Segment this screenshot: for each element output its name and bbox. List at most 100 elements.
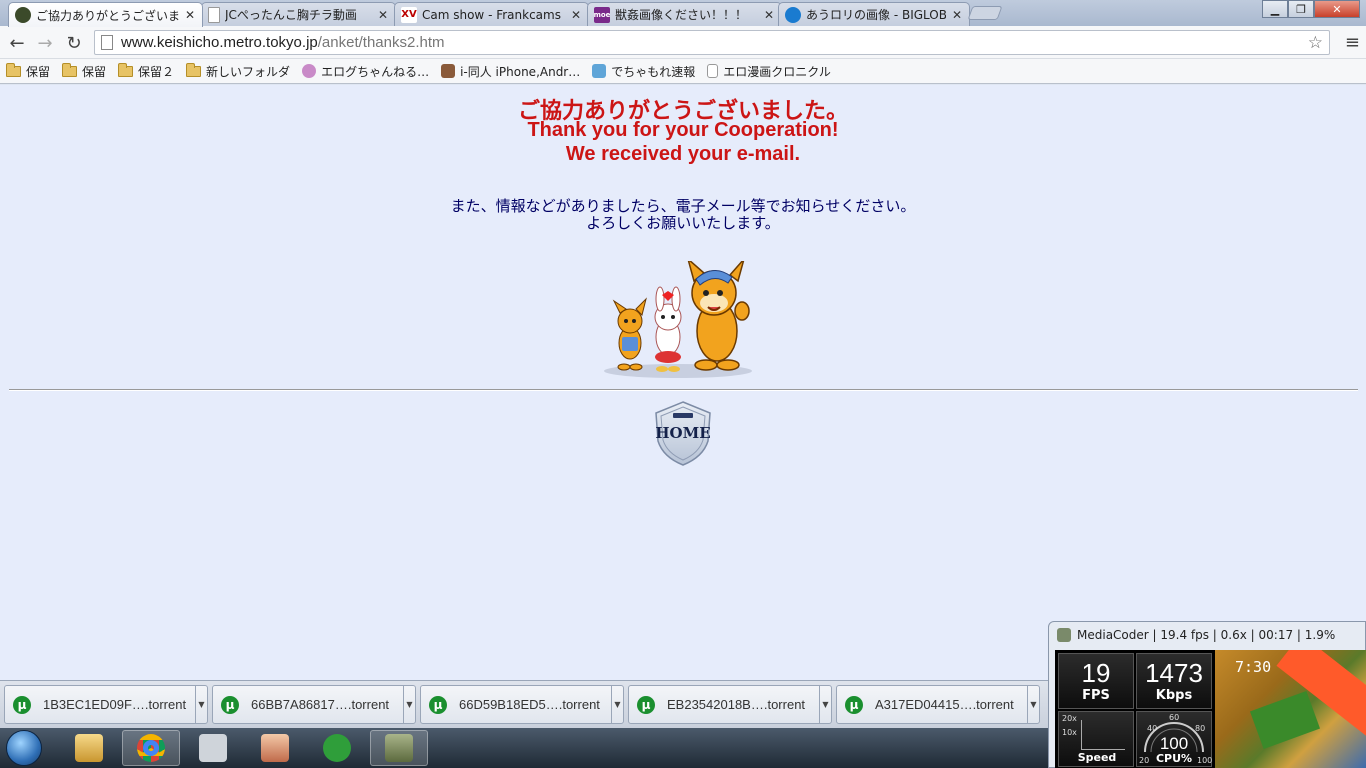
close-icon[interactable]: ✕ xyxy=(184,8,196,22)
folder-icon xyxy=(62,62,78,77)
download-item[interactable]: μ 1B3EC1ED09F….torrent ▼ xyxy=(4,685,208,724)
utorrent-icon: μ xyxy=(221,695,239,714)
download-menu-arrow-icon[interactable]: ▼ xyxy=(195,686,207,723)
tab-moe[interactable]: moe 獣姦画像ください！！！ ✕ xyxy=(587,2,782,26)
j-app-icon xyxy=(199,734,227,762)
new-tab-button[interactable] xyxy=(967,6,1003,20)
bookmark-link[interactable]: i-同人 iPhone,Andr… xyxy=(441,63,580,80)
mediacoder-icon xyxy=(1057,628,1071,642)
taskbar-utorrent[interactable] xyxy=(308,730,366,766)
mediacoder-window: MediaCoder | 19.4 fps | 0.6x | 00:17 | 1… xyxy=(1048,621,1366,768)
close-icon[interactable]: ✕ xyxy=(951,8,963,22)
speed-tick: 10x xyxy=(1062,728,1077,737)
taskbar-explorer[interactable] xyxy=(60,730,118,766)
taskbar-chrome[interactable] xyxy=(122,730,180,766)
close-icon[interactable]: ✕ xyxy=(377,8,389,22)
document-icon xyxy=(707,64,719,78)
fps-label: FPS xyxy=(1082,688,1110,703)
taskbar-j-app[interactable] xyxy=(184,730,242,766)
bookmark-folder[interactable]: 保留 xyxy=(6,62,51,80)
back-button[interactable]: ← xyxy=(6,32,28,54)
home-label: HOME xyxy=(655,424,710,442)
anime-app-icon xyxy=(261,734,289,762)
bookmark-link[interactable]: エログちゃんねる… xyxy=(302,63,429,80)
address-bar[interactable]: www.keishicho.metro.tokyo.jp/anket/thank… xyxy=(94,30,1330,55)
download-filename: A317ED04415….torrent xyxy=(875,697,1014,712)
tab-keishicho[interactable]: ご協力ありがとうございました ✕ xyxy=(8,2,203,27)
biglobe-icon xyxy=(785,6,801,23)
download-item[interactable]: μ EB23542018B….torrent ▼ xyxy=(628,685,832,724)
download-menu-arrow-icon[interactable]: ▼ xyxy=(403,686,415,723)
bookmark-label: 保留 xyxy=(26,64,51,79)
mediacoder-panel: 19 FPS 1473 Kbps 20x 10x Speed 60 40 80 … xyxy=(1055,650,1366,768)
reload-button[interactable]: ↻ xyxy=(63,32,85,54)
bookmark-label: 新しいフォルダ xyxy=(206,64,291,79)
utorrent-icon: μ xyxy=(845,695,863,714)
tab-biglobe[interactable]: あうロリの画像 - BIGLOBE ✕ xyxy=(778,2,970,26)
mediacoder-titlebar[interactable]: MediaCoder | 19.4 fps | 0.6x | 00:17 | 1… xyxy=(1049,622,1366,648)
page-subheading-en: We received your e-mail. xyxy=(565,143,801,165)
tab-title: ご協力ありがとうございました xyxy=(36,8,179,23)
tab-frankcams[interactable]: XV Cam show - Frankcams ✕ xyxy=(394,2,589,26)
fps-value: 19 xyxy=(1081,658,1111,688)
download-menu-arrow-icon[interactable]: ▼ xyxy=(819,686,831,723)
downloads-shelf: μ 1B3EC1ED09F….torrent ▼ μ 66BB7A86817….… xyxy=(0,680,1048,728)
feather-icon xyxy=(592,64,607,78)
utorrent-icon xyxy=(323,734,351,762)
url-path: /anket/thanks2.htm xyxy=(317,34,445,51)
bookmark-link[interactable]: エロ漫画クロニクル xyxy=(707,63,831,80)
close-icon[interactable]: ✕ xyxy=(570,8,582,22)
speed-graph xyxy=(1081,720,1125,750)
maximize-button[interactable]: ❐ xyxy=(1288,0,1314,18)
download-item[interactable]: μ 66D59B18ED5….torrent ▼ xyxy=(420,685,624,724)
bookmark-folder[interactable]: 保留２ xyxy=(118,62,175,80)
preview-shape xyxy=(1249,690,1321,750)
folder-icon xyxy=(118,62,134,77)
home-link-badge[interactable]: HOME xyxy=(653,401,713,467)
shield-emblem-icon xyxy=(673,413,693,418)
download-menu-arrow-icon[interactable]: ▼ xyxy=(1027,686,1039,723)
chrome-menu-button[interactable]: ≡ xyxy=(1345,32,1360,53)
explorer-icon xyxy=(75,734,103,762)
taskbar-anime-app[interactable] xyxy=(246,730,304,766)
bookmark-link[interactable]: でちゃもれ速報 xyxy=(592,63,695,80)
bookmark-folder[interactable]: 保留 xyxy=(62,62,107,80)
window-close-button[interactable]: ✕ xyxy=(1314,0,1360,18)
download-filename: 66D59B18ED5….torrent xyxy=(459,697,600,712)
folder-icon xyxy=(186,62,202,77)
download-item[interactable]: μ 66BB7A86817….torrent ▼ xyxy=(212,685,416,724)
page-icon xyxy=(101,35,113,50)
start-button[interactable] xyxy=(6,730,42,766)
bookmark-star-icon[interactable]: ☆ xyxy=(1308,33,1323,53)
close-icon[interactable]: ✕ xyxy=(763,8,775,22)
tab-title: 獣姦画像ください！！！ xyxy=(615,8,748,22)
minimize-button[interactable]: ▁ xyxy=(1262,0,1288,18)
window-controls: ▁ ❐ ✕ xyxy=(1262,0,1360,18)
download-item[interactable]: μ A317ED04415….torrent ▼ xyxy=(836,685,1040,724)
xv-icon: XV xyxy=(401,6,417,23)
chrome-icon xyxy=(137,734,165,762)
url-text[interactable]: www.keishicho.metro.tokyo.jp/anket/thank… xyxy=(121,34,445,51)
bear-icon xyxy=(302,64,317,78)
forward-button[interactable]: → xyxy=(34,32,56,54)
download-menu-arrow-icon[interactable]: ▼ xyxy=(611,686,623,723)
tab-jc-video[interactable]: JCぺったんこ胸チラ動画 ✕ xyxy=(201,2,396,26)
horizontal-divider xyxy=(9,389,1358,391)
page-content: ご協力ありがとうございました。 Thank you for your Coope… xyxy=(0,85,1366,680)
speed-meter: 20x 10x Speed xyxy=(1058,711,1134,767)
speed-label: Speed xyxy=(1077,751,1117,764)
url-host: www.keishicho.metro.tokyo.jp xyxy=(121,34,318,51)
download-filename: 1B3EC1ED09F….torrent xyxy=(43,697,187,712)
taskbar-mediacoder[interactable] xyxy=(370,730,428,766)
cpu-tick: 40 xyxy=(1147,724,1158,733)
cpu-value: 100 xyxy=(1159,734,1189,753)
document-icon xyxy=(208,6,220,23)
page-heading-en: Thank you for your Cooperation! xyxy=(527,119,839,141)
preview-timestamp: 7:30 xyxy=(1235,658,1272,676)
bookmark-label: エロ漫画クロニクル xyxy=(723,64,831,79)
bookmark-label: 保留 xyxy=(82,64,107,79)
bookmark-folder[interactable]: 新しいフォルダ xyxy=(186,62,291,80)
mediacoder-icon xyxy=(385,734,413,762)
bookmark-label: 保留２ xyxy=(138,64,175,79)
tab-strip: ご協力ありがとうございました ✕ JCぺったんこ胸チラ動画 ✕ XV Cam s… xyxy=(0,0,1366,27)
